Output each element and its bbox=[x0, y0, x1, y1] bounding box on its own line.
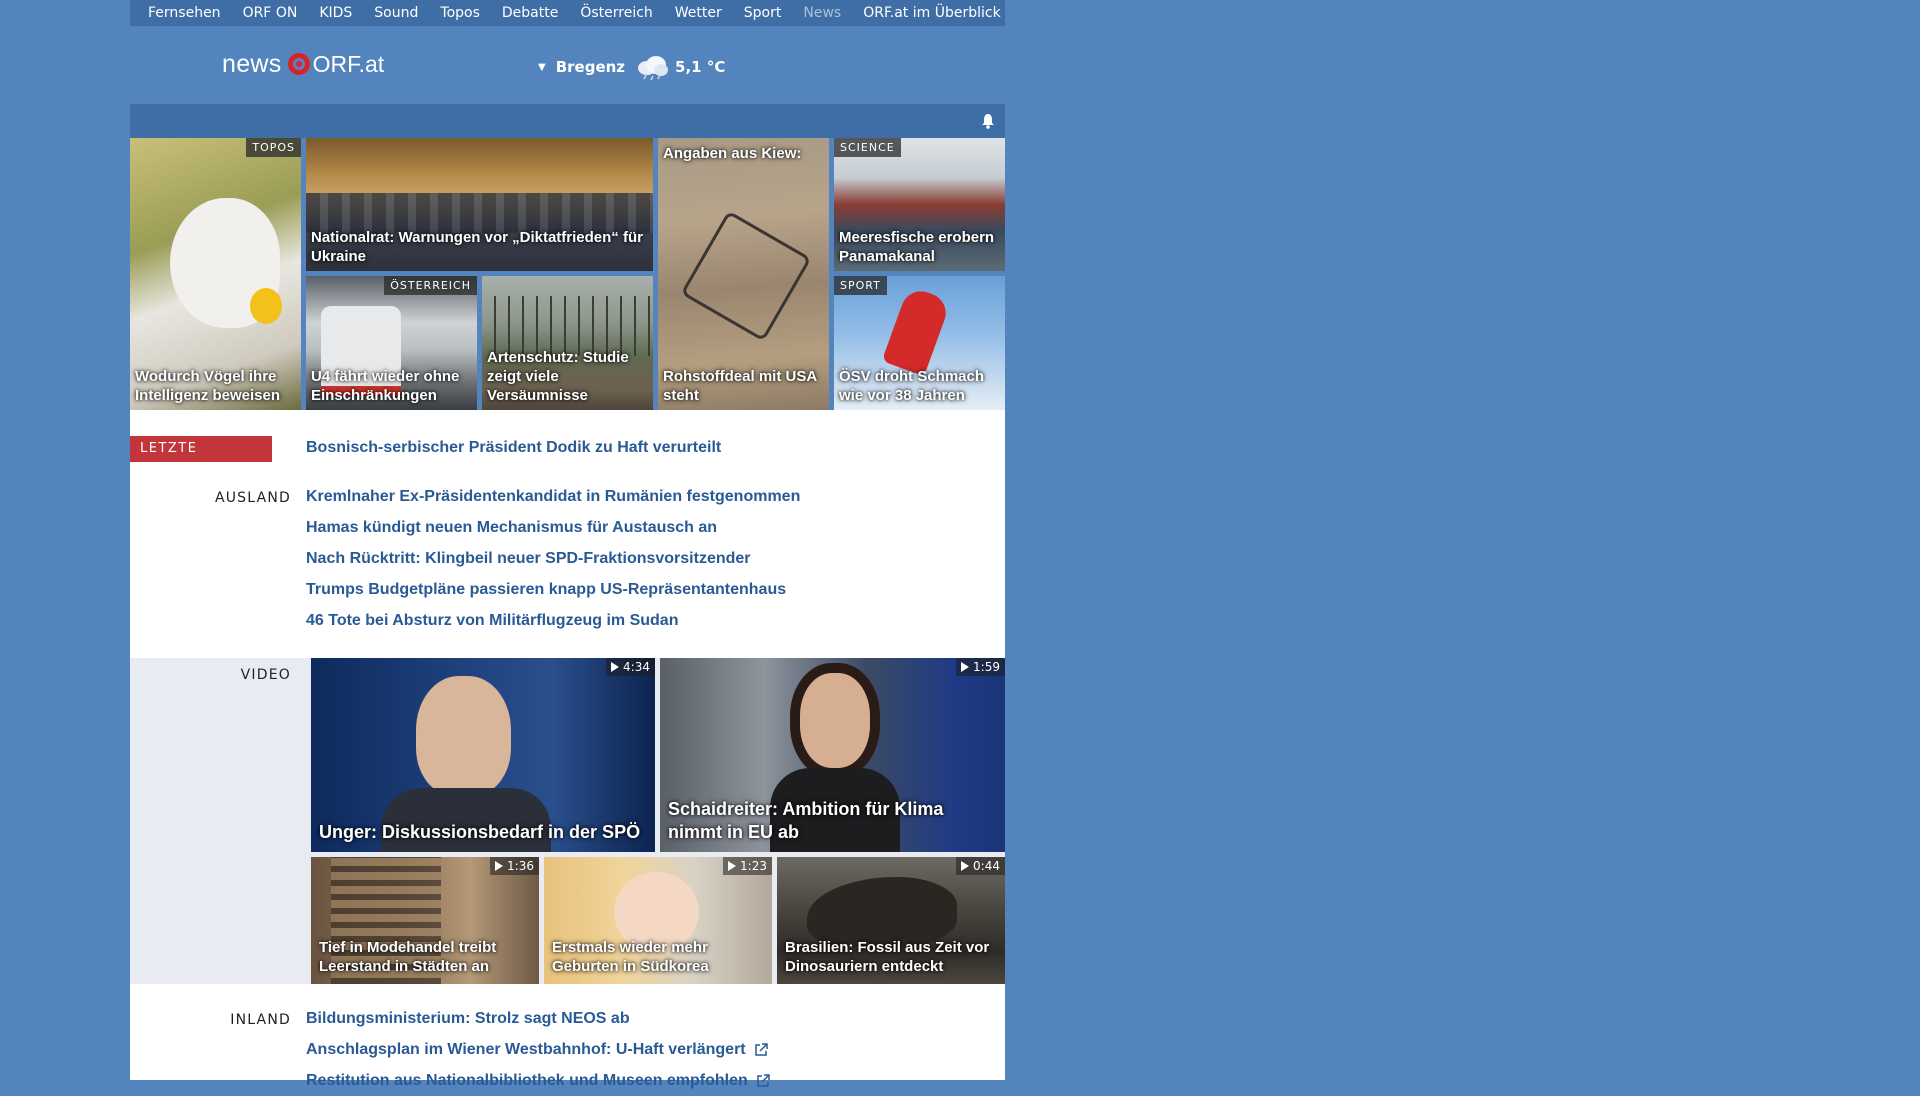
play-icon bbox=[728, 861, 737, 871]
headline-link[interactable]: Trumps Budgetpläne passieren knapp US-Re… bbox=[306, 574, 800, 605]
nav-item-fernsehen[interactable]: Fernsehen bbox=[130, 5, 232, 21]
nav-item-news[interactable]: News bbox=[792, 5, 852, 21]
teaser-title: Wodurch Vögel ihre Intelligenz beweisen bbox=[135, 368, 281, 404]
video-title: Schaidreiter: Ambition für Klima nimmt i… bbox=[668, 799, 944, 842]
parliament-image bbox=[306, 193, 653, 233]
dinosaur-image bbox=[807, 877, 957, 947]
dropdown-triangle-icon[interactable]: ▼ bbox=[538, 62, 546, 73]
teaser-tile-panamakanal[interactable]: SCIENCE Meeresfische erobern Panamakanal bbox=[834, 138, 1005, 271]
cockatoo-beak bbox=[250, 288, 282, 324]
nav-item-orf-on[interactable]: ORF ON bbox=[232, 5, 309, 21]
nav-item-sound[interactable]: Sound bbox=[363, 5, 429, 21]
play-icon bbox=[961, 861, 970, 871]
headline-link[interactable]: Hamas kündigt neuen Mechanismus für Aust… bbox=[306, 512, 800, 543]
inland-list: Bildungsministerium: Strolz sagt NEOS ab… bbox=[306, 1003, 770, 1096]
reporter-image bbox=[800, 673, 870, 768]
breaking-badge: LETZTE MELDUNG bbox=[130, 436, 272, 482]
video-title: Erstmals wieder mehr Geburten in Südkore… bbox=[552, 939, 709, 975]
teaser-title: Meeresfische erobern Panamakanal bbox=[839, 229, 995, 265]
skier-image bbox=[881, 285, 952, 377]
headline-text: Restitution aus Nationalbibliothek und M… bbox=[306, 1072, 748, 1089]
orf-eye-icon bbox=[287, 53, 310, 75]
headline-link-external[interactable]: Anschlagsplan im Wiener Westbahnhof: U-H… bbox=[306, 1034, 770, 1065]
video-title: Unger: Diskussionsbedarf in der SPÖ bbox=[319, 822, 641, 842]
logo-news-text: news bbox=[222, 49, 282, 78]
nav-item-wetter[interactable]: Wetter bbox=[664, 5, 733, 21]
video-duration: 1:59 bbox=[956, 658, 1005, 676]
nav-item-sport[interactable]: Sport bbox=[733, 5, 793, 21]
play-icon bbox=[961, 662, 970, 672]
teaser-title: U4 fährt wieder ohne Einschränkungen bbox=[311, 368, 460, 404]
video-duration: 1:36 bbox=[490, 857, 539, 875]
excavator-image bbox=[680, 210, 812, 342]
section-label-video: VIDEO bbox=[240, 667, 291, 683]
video-duration: 0:44 bbox=[956, 857, 1005, 875]
teaser-title: Artenschutz: Studie zeigt viele Versäumn… bbox=[487, 349, 629, 404]
tag-topos: TOPOS bbox=[246, 138, 301, 157]
teaser-tile-birds[interactable]: TOPOS Wodurch Vögel ihre Intelligenz bew… bbox=[130, 138, 301, 410]
headline-link[interactable]: Bildungsministerium: Strolz sagt NEOS ab bbox=[306, 1003, 770, 1034]
nav-item-oesterreich[interactable]: Österreich bbox=[569, 5, 663, 21]
weather-location: Bregenz bbox=[555, 58, 626, 76]
headline-link[interactable]: Kremlnaher Ex-Präsidentenkandidat in Rum… bbox=[306, 481, 800, 512]
forest-image bbox=[482, 296, 653, 356]
bell-icon[interactable] bbox=[981, 113, 995, 129]
weather-temperature: 5,1 °C bbox=[675, 58, 726, 76]
teaser-kicker: Angaben aus Kiew: bbox=[663, 145, 802, 162]
teaser-grid: TOPOS Wodurch Vögel ihre Intelligenz bew… bbox=[130, 138, 1005, 410]
news-content: LETZTE MELDUNG Bosnisch-serbischer Präsi… bbox=[130, 410, 1005, 1089]
speaker-image bbox=[416, 676, 511, 796]
tag-oesterreich: ÖSTERREICH bbox=[384, 276, 477, 295]
header: news ORF.at ▼ Bregenz 5,1 °C bbox=[130, 26, 1005, 104]
external-link-icon bbox=[757, 1074, 770, 1087]
teaser-title: ÖSV droht Schmach wie vor 38 Jahren bbox=[839, 368, 985, 404]
page: Fernsehen ORF ON KIDS Sound Topos Debatt… bbox=[130, 0, 1005, 1089]
nav-item-kids[interactable]: KIDS bbox=[308, 5, 363, 21]
video-title: Brasilien: Fossil aus Zeit vor Dinosauri… bbox=[785, 939, 990, 975]
tag-science: SCIENCE bbox=[834, 138, 901, 157]
weather-widget[interactable]: ▼ Bregenz 5,1 °C bbox=[538, 54, 725, 80]
video-tile-modehandel[interactable]: 1:36 Tief in Modehandel treibt Leerstand… bbox=[311, 857, 539, 984]
video-tile-unger[interactable]: 4:34 Unger: Diskussionsbedarf in der SPÖ bbox=[311, 658, 655, 852]
video-tile-brasilien[interactable]: 0:44 Brasilien: Fossil aus Zeit vor Dino… bbox=[777, 857, 1005, 984]
teaser-tile-u4[interactable]: ÖSTERREICH U4 fährt wieder ohne Einschrä… bbox=[306, 276, 477, 410]
play-icon bbox=[495, 861, 504, 871]
teaser-tile-oesv[interactable]: SPORT ÖSV droht Schmach wie vor 38 Jahre… bbox=[834, 276, 1005, 410]
video-duration: 1:23 bbox=[723, 857, 772, 875]
tag-sport: SPORT bbox=[834, 276, 887, 295]
cloud-rain-icon bbox=[638, 56, 669, 80]
teaser-tile-nationalrat[interactable]: Nationalrat: Warnungen vor „Diktatfriede… bbox=[306, 138, 653, 271]
news-orf-logo[interactable]: news ORF.at bbox=[222, 48, 384, 80]
nav-item-debatte[interactable]: Debatte bbox=[491, 5, 569, 21]
teaser-title: Nationalrat: Warnungen vor „Diktatfriede… bbox=[311, 229, 643, 265]
headline-text: Anschlagsplan im Wiener Westbahnhof: U-H… bbox=[306, 1041, 746, 1058]
video-tile-schaidreiter[interactable]: 1:59 Schaidreiter: Ambition für Klima ni… bbox=[660, 658, 1005, 852]
sub-header-bar bbox=[130, 104, 1005, 138]
play-icon bbox=[611, 662, 620, 672]
external-link-icon bbox=[754, 1043, 768, 1056]
headline-link[interactable]: 46 Tote bei Absturz von Militärflugzeug … bbox=[306, 605, 800, 636]
section-label-inland: INLAND bbox=[230, 1012, 291, 1028]
ausland-list: Kremlnaher Ex-Präsidentenkandidat in Rum… bbox=[306, 481, 800, 636]
nav-item-topos[interactable]: Topos bbox=[429, 5, 490, 21]
section-label-ausland: AUSLAND bbox=[214, 490, 291, 506]
headline-link-external[interactable]: Restitution aus Nationalbibliothek und M… bbox=[306, 1065, 770, 1096]
teaser-tile-artenschutz[interactable]: Artenschutz: Studie zeigt viele Versäumn… bbox=[482, 276, 653, 410]
breaking-news: LETZTE MELDUNG Bosnisch-serbischer Präsi… bbox=[130, 436, 721, 482]
headline-link[interactable]: Nach Rücktritt: Klingbeil neuer SPD-Frak… bbox=[306, 543, 800, 574]
video-duration: 4:34 bbox=[606, 658, 655, 676]
teaser-title: Rohstoffdeal mit USA steht bbox=[663, 368, 817, 404]
logo-orf-text: ORF.at bbox=[312, 50, 385, 77]
video-tile-suedkorea[interactable]: 1:23 Erstmals wieder mehr Geburten in Sü… bbox=[544, 857, 772, 984]
breaking-headline[interactable]: Bosnisch-serbischer Präsident Dodik zu H… bbox=[306, 439, 721, 457]
nav-item-overview[interactable]: ORF.at im Überblick bbox=[852, 5, 1020, 21]
teaser-tile-kiew[interactable]: Angaben aus Kiew: Rohstoffdeal mit USA s… bbox=[658, 138, 829, 410]
top-nav: Fernsehen ORF ON KIDS Sound Topos Debatt… bbox=[130, 0, 1005, 26]
video-title: Tief in Modehandel treibt Leerstand in S… bbox=[319, 939, 497, 975]
video-section: VIDEO 4:34 Unger: Diskussionsbedarf in d… bbox=[130, 658, 1005, 984]
